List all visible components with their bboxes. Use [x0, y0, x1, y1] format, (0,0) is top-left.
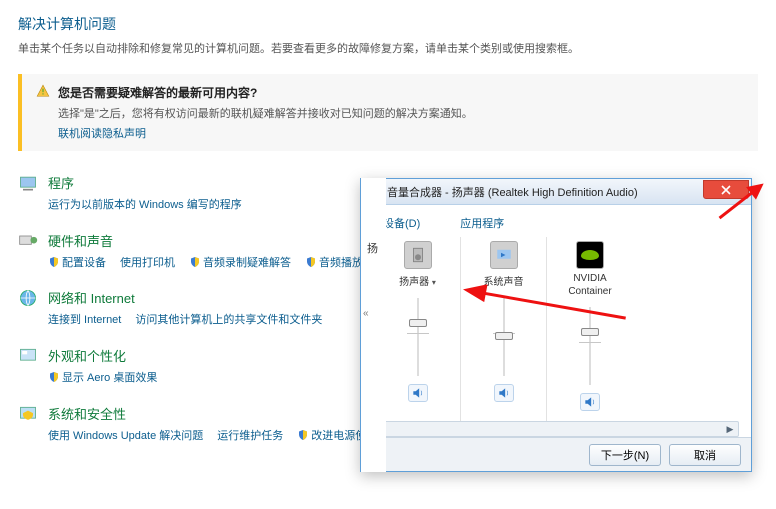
- cat-link[interactable]: 显示 Aero 桌面效果: [48, 372, 157, 384]
- scroll-right-icon[interactable]: ▶: [722, 422, 738, 436]
- clipped-label: 扬: [367, 240, 381, 256]
- cat-link[interactable]: 配置设备: [48, 257, 106, 269]
- cat-link[interactable]: 访问其他计算机上的共享文件和文件夹: [135, 314, 322, 326]
- cat-link[interactable]: 音频录制疑难解答: [189, 257, 291, 269]
- warning-icon: [36, 84, 50, 98]
- cat-link[interactable]: 使用 Windows Update 解决问题: [48, 430, 203, 442]
- device-header: 设备(D): [383, 215, 420, 231]
- system-icon: [18, 404, 38, 424]
- mixer-titlebar[interactable]: 音量合成器 - 扬声器 (Realtek High Definition Aud…: [361, 179, 751, 205]
- volume-slider[interactable]: [499, 298, 509, 376]
- volume-mixer-window: 音量合成器 - 扬声器 (Realtek High Definition Aud…: [360, 178, 752, 472]
- device-label: 系统声音: [461, 273, 546, 288]
- panel-left-edge: «: [360, 178, 386, 472]
- speaker-device-icon: [404, 241, 432, 269]
- page-description: 单击某个任务以自动排除和修复常见的计算机问题。若要查看更多的故障修复方案，请单击…: [18, 40, 758, 56]
- mixer-col-nvidia: NVIDIA Container: [547, 237, 633, 423]
- volume-slider[interactable]: [413, 298, 423, 376]
- nvidia-icon: [576, 241, 604, 269]
- cat-link[interactable]: 运行维护任务: [217, 430, 283, 442]
- volume-slider[interactable]: [585, 307, 595, 385]
- hardware-icon: [18, 231, 38, 251]
- scroll-track[interactable]: [390, 422, 722, 436]
- mixer-col-speaker: 扬声器 ▾: [375, 237, 461, 423]
- device-label-2: Container: [547, 286, 633, 297]
- close-button[interactable]: [703, 180, 749, 199]
- notice-description: 选择"是"之后，您将有权访问最新的联机疑难解答并接收对已知问题的解决方案通知。: [58, 105, 744, 121]
- mixer-scrollbar[interactable]: ◀ ▶: [373, 421, 739, 437]
- mixer-footer: 下一步(N) 取消: [361, 437, 751, 471]
- device-label: NVIDIA: [547, 273, 633, 284]
- system-sound-icon: [490, 241, 518, 269]
- cat-link[interactable]: 连接到 Internet: [48, 314, 121, 326]
- mixer-title: 音量合成器 - 扬声器 (Realtek High Definition Aud…: [387, 184, 638, 200]
- apps-header: 应用程序: [460, 215, 504, 231]
- appearance-icon: [18, 346, 38, 366]
- cancel-button[interactable]: 取消: [669, 444, 741, 466]
- page-title: 解决计算机问题: [18, 14, 758, 34]
- privacy-link[interactable]: 联机阅读隐私声明: [58, 125, 744, 141]
- chevron-down-icon[interactable]: ▾: [432, 278, 436, 287]
- next-button[interactable]: 下一步(N): [589, 444, 661, 466]
- mute-button[interactable]: [408, 384, 428, 402]
- collapse-icon[interactable]: «: [363, 308, 369, 319]
- device-label: 扬声器 ▾: [375, 273, 460, 288]
- mixer-col-system: 系统声音: [461, 237, 547, 423]
- cat-link[interactable]: 使用打印机: [120, 257, 175, 269]
- mute-button[interactable]: [494, 384, 514, 402]
- notice-title: 您是否需要疑难解答的最新可用内容?: [58, 84, 257, 101]
- programs-icon: [18, 173, 38, 193]
- privacy-notice: 您是否需要疑难解答的最新可用内容? 选择"是"之后，您将有权访问最新的联机疑难解…: [18, 74, 758, 151]
- mute-button[interactable]: [580, 393, 600, 411]
- cat-link[interactable]: 运行为以前版本的 Windows 编写的程序: [48, 199, 242, 211]
- network-icon: [18, 288, 38, 308]
